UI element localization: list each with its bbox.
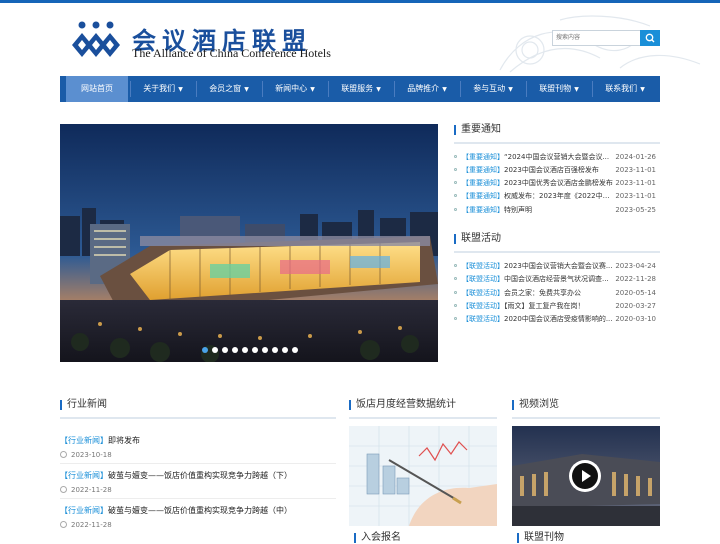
notice-item[interactable]: 【重要通知】“2024中国会议营销大会暨会议... 2024-01-26 xyxy=(454,151,660,163)
chevron-down-icon: ▼ xyxy=(178,86,183,93)
news-item[interactable]: 【行业新闻】破茧与嬗变——饭店价值重构实现竞争力跨越（下） 2022-11-28 xyxy=(60,470,336,506)
nav-item-services[interactable]: 联盟服务 ▼ xyxy=(329,76,393,102)
news-item[interactable]: 【行业新闻】即将发布 2023-10-18 xyxy=(60,435,336,471)
main-nav: 网站首页 关于我们 ▼ 会员之窗 ▼ 新闻中心 ▼ 联盟服务 ▼ 品牌推介 ▼ 参与互动 ▼… xyxy=(60,76,660,102)
play-icon xyxy=(572,463,598,489)
divider xyxy=(512,417,660,419)
nav-item-brands[interactable]: 品牌推介 ▼ xyxy=(395,76,459,102)
banner-dot[interactable] xyxy=(222,347,228,353)
banner-dot[interactable] xyxy=(202,347,208,353)
nav-item-home[interactable]: 网站首页 xyxy=(66,76,128,102)
chevron-down-icon: ▼ xyxy=(574,86,579,93)
publications-title: 联盟刊物 xyxy=(517,532,564,544)
chevron-down-icon: ▼ xyxy=(640,86,645,93)
nav-item-contact[interactable]: 联系我们 ▼ xyxy=(593,76,657,102)
banner-dot[interactable] xyxy=(292,347,298,353)
divider xyxy=(454,251,660,253)
news-item[interactable]: 【行业新闻】破茧与嬗变——饭店价值重构实现竞争力跨越（中） 2022-11-28 xyxy=(60,505,336,541)
notice-item[interactable]: 【重要通知】2023中国优秀会议酒店金鹏榜发布 2023-11-01 xyxy=(454,177,660,189)
banner-image xyxy=(60,124,438,362)
stats-thumbnail[interactable] xyxy=(349,426,497,526)
brand-name-en: The Alliance of China Conference Hotels xyxy=(132,46,331,60)
video-thumbnail[interactable] xyxy=(512,426,660,526)
stats-title: 饭店月度经营数据统计 xyxy=(349,399,456,411)
activity-item[interactable]: 【联盟活动】【雨文】复工复产我在岗！ 2020-03-27 xyxy=(454,300,660,312)
activity-item[interactable]: 【联盟活动】中国会议酒店经营景气状况调查... 2022-11-28 xyxy=(454,273,660,285)
chevron-down-icon: ▼ xyxy=(376,86,381,93)
banner-dot[interactable] xyxy=(262,347,268,353)
notices-title: 重要通知 xyxy=(454,124,501,136)
banner-dot[interactable] xyxy=(272,347,278,353)
activity-item[interactable]: 【联盟活动】2023中国会议营销大会暨会议赛... 2023-04-24 xyxy=(454,260,660,272)
banner-dot[interactable] xyxy=(212,347,218,353)
clock-icon xyxy=(60,486,67,493)
activities-title: 联盟活动 xyxy=(454,233,501,245)
chevron-down-icon: ▼ xyxy=(244,86,249,93)
banner-dot[interactable] xyxy=(232,347,238,353)
chevron-down-icon: ▼ xyxy=(508,86,513,93)
banner-dot[interactable] xyxy=(242,347,248,353)
notice-item[interactable]: 【重要通知】权威发布：2023年度《2022中国... 2023-11-01 xyxy=(454,190,660,202)
clock-icon xyxy=(60,451,67,458)
play-button[interactable] xyxy=(569,460,601,492)
banner-dot[interactable] xyxy=(282,347,288,353)
chevron-down-icon: ▼ xyxy=(310,86,315,93)
nav-item-publications[interactable]: 联盟刊物 ▼ xyxy=(527,76,591,102)
search-input[interactable] xyxy=(552,30,643,46)
hero-banner[interactable] xyxy=(60,124,438,362)
signup-title: 入会报名 xyxy=(354,532,401,544)
logo-mark-icon xyxy=(72,21,120,57)
banner-dot[interactable] xyxy=(252,347,258,353)
top-accent-line xyxy=(0,0,720,3)
notice-item[interactable]: 【重要通知】2023中国会议酒店百强榜发布 2023-11-01 xyxy=(454,164,660,176)
industry-news-title: 行业新闻 xyxy=(60,399,107,411)
notice-item[interactable]: 【重要通知】特别声明 2023-05-25 xyxy=(454,204,660,216)
stats-image xyxy=(349,426,497,526)
site-logo[interactable]: 会议酒店联盟 The Alliance of China Conference … xyxy=(70,20,360,64)
nav-item-about[interactable]: 关于我们 ▼ xyxy=(132,76,194,102)
chevron-down-icon: ▼ xyxy=(442,86,447,93)
video-title: 视频浏览 xyxy=(512,399,559,411)
divider xyxy=(454,142,660,144)
divider xyxy=(349,417,497,419)
nav-item-news[interactable]: 新闻中心 ▼ xyxy=(263,76,327,102)
nav-item-members[interactable]: 会员之窗 ▼ xyxy=(197,76,261,102)
activity-item[interactable]: 【联盟活动】会员之家：免费共享办公 2020-05-14 xyxy=(454,287,660,299)
search-icon xyxy=(645,33,655,43)
search-box xyxy=(552,30,660,46)
search-button[interactable] xyxy=(640,30,660,46)
activity-item[interactable]: 【联盟活动】2020中国会议酒店受疫情影响的... 2020-03-10 xyxy=(454,313,660,325)
nav-item-interact[interactable]: 参与互动 ▼ xyxy=(461,76,525,102)
divider xyxy=(60,417,336,419)
clock-icon xyxy=(60,521,67,528)
